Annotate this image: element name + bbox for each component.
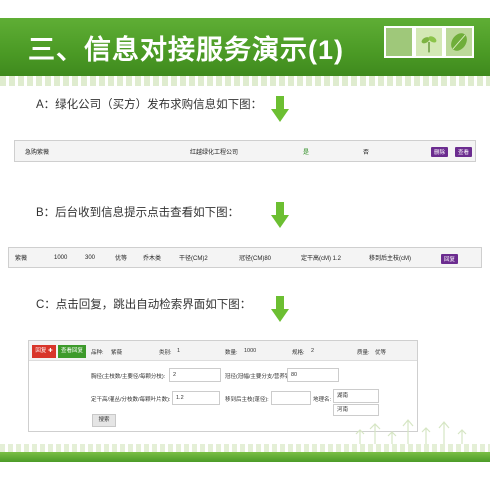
- spec-label: 规格:: [292, 350, 305, 356]
- page-title: 三、信息对接服务演示(1): [28, 35, 344, 65]
- footer-bar: [0, 452, 490, 462]
- category-label: 类别:: [159, 350, 172, 356]
- location-input[interactable]: 湖南: [333, 389, 379, 403]
- view-button[interactable]: 查看: [455, 147, 473, 157]
- status-no: 否: [363, 149, 370, 156]
- arrow-down-icon: [271, 296, 289, 322]
- branch-input[interactable]: [271, 391, 311, 405]
- cell-crown-diameter: 冠径(CM)80: [239, 256, 272, 262]
- search-button[interactable]: 搜索: [92, 414, 116, 427]
- cell-trunk-height: 定干高(cM) 1.2: [301, 256, 342, 262]
- trunk-height-input[interactable]: 1.2: [172, 391, 220, 405]
- quantity-label: 数量:: [225, 350, 238, 356]
- product-value: 紫薇: [111, 350, 123, 356]
- arrow-down-icon: [271, 96, 289, 122]
- spec-value: 2: [311, 348, 315, 354]
- step-a-label: A：绿化公司（买方）发布求购信息如下图：: [36, 99, 263, 111]
- reply-plus-button[interactable]: 回复 ✚: [32, 345, 56, 358]
- photo-thumbnail-1: [384, 26, 414, 58]
- footer-stripe: [0, 444, 490, 452]
- status-yes: 是: [303, 149, 310, 156]
- quantity-value: 1000: [244, 348, 257, 354]
- location-label: 地理名:: [313, 397, 332, 403]
- cell-quality: 优等: [115, 256, 128, 262]
- cell-spec: 300: [85, 254, 96, 261]
- quality-label: 质量:: [357, 350, 370, 356]
- quality-value: 优等: [375, 350, 387, 356]
- branch-label: 移到后主枝(蓬径):: [225, 397, 269, 403]
- leaf-photo-thumbnail: [444, 26, 474, 58]
- category-value: 1: [177, 348, 181, 354]
- trunk-height-label: 定干高/灌丛/分枝数/每颗叶片数):: [91, 397, 171, 403]
- step-b-label: B：后台收到信息提示点击查看如下图：: [36, 207, 240, 219]
- grass-decoration-icon: [355, 419, 467, 446]
- reply-button[interactable]: 回复: [441, 254, 459, 264]
- banner-stripe: [0, 76, 490, 86]
- sprout-photo-thumbnail: [414, 26, 444, 58]
- step-c-label: C：点击回复，跳出自动检索界面如下图：: [36, 299, 252, 311]
- trunk-diameter-label: 胸径(主枝数/主要径/每颗分枝):: [91, 374, 166, 380]
- cell-product: 紫薇: [15, 256, 28, 262]
- cell-branch: 移到后主枝(cM): [369, 256, 411, 262]
- cell-category: 乔木类: [143, 256, 162, 262]
- search-form-toolbar: 回复 ✚ 查看回复 品种: 紫薇 类别: 1 数量: 1000 规格: 2 质量…: [29, 341, 417, 361]
- cell-trunk-diameter: 干径(CM)2: [179, 256, 208, 262]
- arrow-down-icon: [271, 202, 289, 228]
- view-reply-button[interactable]: 查看回复: [58, 345, 86, 358]
- company-name: 红越绿化工程公司: [190, 149, 239, 156]
- header-banner: 三、信息对接服务演示(1): [0, 0, 490, 86]
- purchase-title: 急购紫薇: [25, 149, 50, 156]
- purchase-info-row: 急购紫薇 红越绿化工程公司 是 否 删除 查看: [14, 140, 476, 162]
- trunk-diameter-input[interactable]: 2: [169, 368, 221, 382]
- crown-diameter-input[interactable]: 80: [287, 368, 339, 382]
- message-info-row: 紫薇 1000 300 优等 乔木类 干径(CM)2 冠径(CM)80 定干高(…: [8, 247, 482, 268]
- cell-quantity: 1000: [54, 254, 68, 261]
- product-label: 品种:: [91, 350, 104, 356]
- delete-button[interactable]: 删除: [431, 147, 449, 157]
